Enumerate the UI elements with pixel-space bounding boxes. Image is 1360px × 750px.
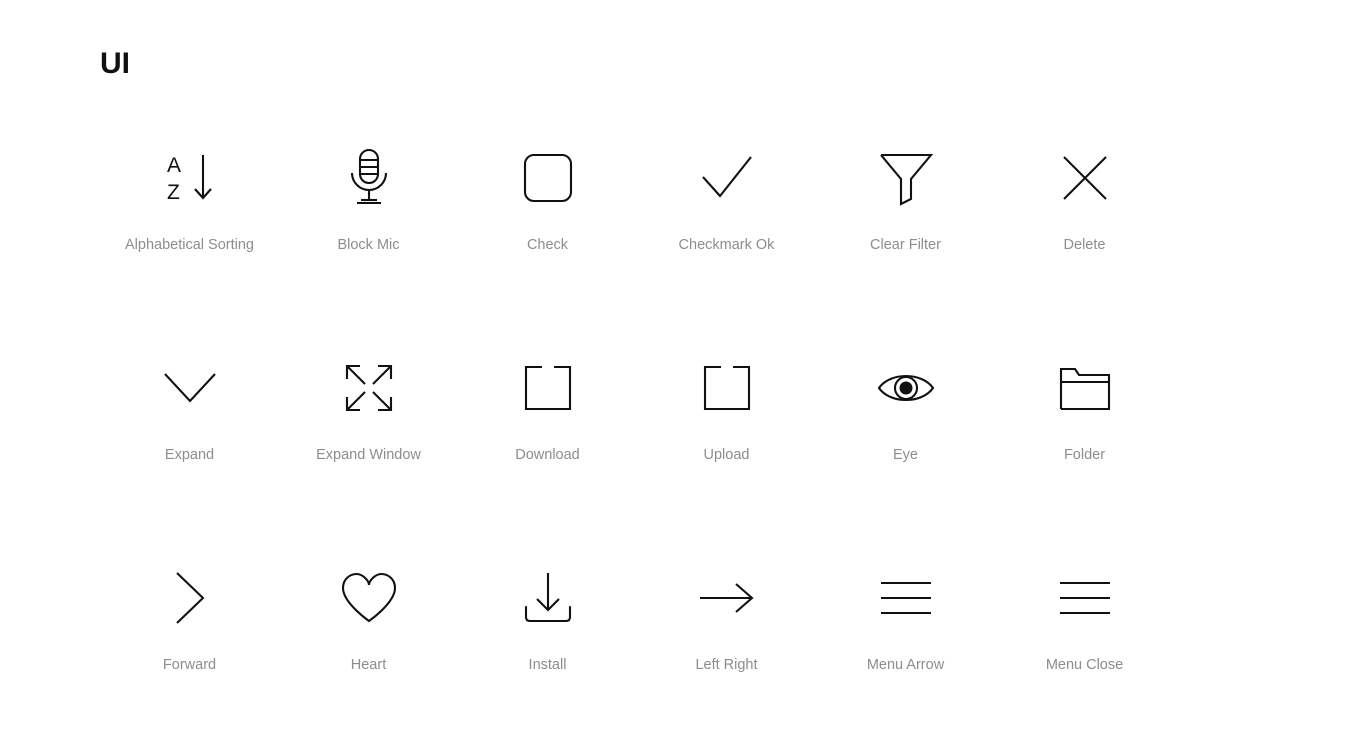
icon-cell-eye[interactable]: Eye	[816, 330, 995, 540]
icon-label: Install	[528, 657, 567, 673]
menu-arrow-icon[interactable]	[866, 558, 946, 638]
icon-cell-expand-window[interactable]: Expand Window	[279, 330, 458, 540]
icon-label: Alphabetical Sorting	[125, 237, 254, 253]
left-right-icon[interactable]	[687, 558, 767, 638]
icon-cell-menu-arrow[interactable]: Menu Arrow	[816, 540, 995, 750]
delete-icon[interactable]	[1045, 138, 1125, 218]
icon-cell-install[interactable]: Install	[458, 540, 637, 750]
icon-cell-delete[interactable]: Delete	[995, 120, 1174, 330]
icon-grid: A Z Alphabetical Sorting Block Mic Check…	[100, 120, 1260, 750]
clear-filter-icon[interactable]	[866, 138, 946, 218]
icon-cell-block-mic[interactable]: Block Mic	[279, 120, 458, 330]
install-icon[interactable]	[508, 558, 588, 638]
icon-cell-menu-close[interactable]: Menu Close	[995, 540, 1174, 750]
icon-label: Upload	[703, 447, 750, 463]
icon-cell-check[interactable]: Check	[458, 120, 637, 330]
icon-label: Download	[515, 447, 580, 463]
icon-label: Left Right	[695, 657, 758, 673]
icon-cell-heart[interactable]: Heart	[279, 540, 458, 750]
download-icon[interactable]	[508, 348, 588, 428]
icon-gallery-page: UI A Z Alphabetical Sorting Block Mic Ch…	[0, 0, 1360, 741]
icon-label: Block Mic	[337, 237, 400, 253]
az-letter-top: A	[167, 154, 181, 177]
page-title: UI	[100, 47, 130, 80]
icon-label: Checkmark Ok	[678, 237, 775, 253]
icon-label: Delete	[1063, 237, 1106, 253]
block-mic-icon[interactable]	[329, 138, 409, 218]
icon-cell-upload[interactable]: Upload	[637, 330, 816, 540]
icon-label: Expand	[164, 447, 215, 463]
icon-cell-clear-filter[interactable]: Clear Filter	[816, 120, 995, 330]
expand-icon[interactable]	[150, 348, 230, 428]
icon-cell-expand[interactable]: Expand	[100, 330, 279, 540]
icon-label: Clear Filter	[870, 237, 941, 253]
icon-cell-checkmark-ok[interactable]: Checkmark Ok	[637, 120, 816, 330]
az-letter-bottom: Z	[167, 181, 180, 204]
icon-label: Check	[526, 237, 569, 253]
checkmark-ok-icon[interactable]	[687, 138, 767, 218]
icon-cell-download[interactable]: Download	[458, 330, 637, 540]
icon-label: Heart	[350, 657, 387, 673]
icon-label: Forward	[162, 657, 217, 673]
heart-icon[interactable]	[329, 558, 409, 638]
eye-icon[interactable]	[866, 348, 946, 428]
icon-label: Menu Close	[1045, 657, 1124, 673]
icon-label: Eye	[893, 447, 918, 463]
check-icon[interactable]	[508, 138, 588, 218]
icon-label: Menu Arrow	[866, 657, 945, 673]
menu-close-icon[interactable]	[1045, 558, 1125, 638]
forward-icon[interactable]	[150, 558, 230, 638]
icon-label: Expand Window	[316, 447, 421, 463]
folder-icon[interactable]	[1045, 348, 1125, 428]
icon-cell-alphabetical-sorting[interactable]: A Z Alphabetical Sorting	[100, 120, 279, 330]
alphabetical-sorting-icon[interactable]: A Z	[150, 138, 230, 218]
icon-label: Folder	[1063, 447, 1106, 463]
icon-cell-left-right[interactable]: Left Right	[637, 540, 816, 750]
upload-icon[interactable]	[687, 348, 767, 428]
icon-cell-folder[interactable]: Folder	[995, 330, 1174, 540]
expand-window-icon[interactable]	[329, 348, 409, 428]
icon-cell-forward[interactable]: Forward	[100, 540, 279, 750]
